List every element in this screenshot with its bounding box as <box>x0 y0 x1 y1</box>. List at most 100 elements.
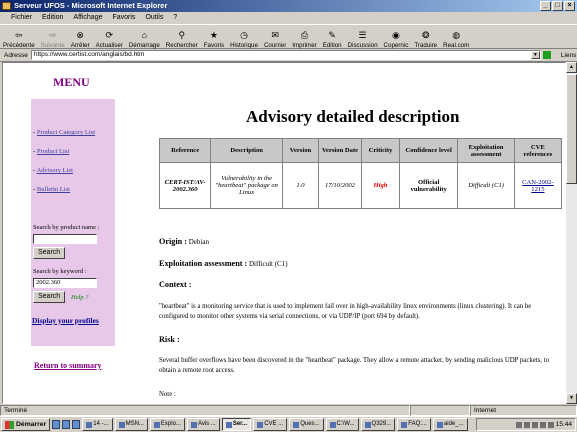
rechercher-button[interactable]: ⚲ Rechercher <box>163 25 201 49</box>
real-com-button[interactable]: ◍ Real.com <box>440 25 472 49</box>
quicklaunch-icon[interactable] <box>52 420 61 429</box>
keyword-input[interactable]: 2002.360 <box>33 278 97 288</box>
sidebar-item-bulletin-list[interactable]: - Bulletin List <box>33 186 70 193</box>
menu-item-edition[interactable]: Edition <box>37 12 68 24</box>
menu-item-outils[interactable]: Outils <box>140 12 168 24</box>
exploitation-value: Difficult (C1) <box>249 260 288 268</box>
display-profiles-link[interactable]: Display your profiles <box>32 316 99 325</box>
help-link[interactable]: Help ? <box>71 294 89 301</box>
address-url: https://www.certist.com/anglais/bd.htm <box>33 51 145 58</box>
task-label: Ques... <box>300 421 320 427</box>
cell-confidence: Official vulnerability <box>398 162 459 209</box>
header-version-date: Version Date <box>317 138 363 163</box>
vertical-scrollbar[interactable]: ▲ ▼ <box>566 62 577 404</box>
taskbar-task[interactable]: 14 -... <box>82 418 113 431</box>
context-text: "heartbeat" is a monitoring service that… <box>159 303 532 320</box>
menu-bar: Fichier Edition Affichage Favoris Outils? <box>0 12 577 24</box>
search-icon: ⚲ <box>178 30 186 40</box>
edition-button[interactable]: ✎ Edition <box>320 25 345 49</box>
historique-button[interactable]: ◷ Historique <box>227 25 261 49</box>
suivante-button[interactable]: ⇨ Suivante <box>38 25 68 49</box>
arreter-button[interactable]: ⊗ Arrêter <box>68 25 93 49</box>
maximize-button[interactable]: □ <box>552 1 563 11</box>
demarrage-button[interactable]: ⌂ Démarrage <box>126 25 163 49</box>
discussion-button[interactable]: ☰ Discussion <box>345 25 381 49</box>
cell-criticity: High <box>361 162 400 209</box>
cell-exploitation: Difficult (C1) <box>457 162 515 209</box>
toolbar-label: Actualiser <box>95 42 123 49</box>
cve-link[interactable]: CAN-2002-1215 <box>513 162 563 209</box>
toolbar-label: Rechercher <box>165 42 198 49</box>
precedente-button[interactable]: ⇦ Précédente <box>0 25 38 49</box>
return-to-summary-link[interactable]: Return to summary <box>34 361 102 370</box>
page-content: MENU - Product Category List - Product L… <box>2 62 566 404</box>
task-icon <box>401 421 408 428</box>
origin-value: Debian <box>188 238 209 246</box>
table-header-row: Reference Description Version Version Da… <box>158 138 563 163</box>
close-button[interactable]: × <box>564 1 575 11</box>
context-heading: Context : <box>159 280 192 289</box>
tray-icon[interactable] <box>531 421 538 428</box>
print-icon: ⎙ <box>300 30 309 40</box>
menu-item-favoris[interactable]: Favoris <box>107 12 140 24</box>
toolbar-label: Démarrage <box>128 42 160 49</box>
tray-icon[interactable] <box>539 421 546 428</box>
traduire-button[interactable]: ❂ Traduire <box>411 25 440 49</box>
imprimer-button[interactable]: ⎙ Imprimer <box>289 25 319 49</box>
taskbar-task[interactable]: Ques... <box>289 418 324 431</box>
taskbar-task[interactable]: Explo... <box>149 418 185 431</box>
taskbar-task[interactable]: Ser... <box>221 418 252 431</box>
product-name-input[interactable] <box>33 234 97 244</box>
toolbar-label: Edition <box>322 42 342 49</box>
courrier-button[interactable]: ✉ Courrier <box>261 25 289 49</box>
taskbar-task[interactable]: C:\W... <box>325 418 359 431</box>
menu-item-help[interactable]: ? <box>168 12 182 24</box>
sidebar-item-product-category-list[interactable]: - Product Category List <box>33 129 95 136</box>
go-arrow-icon[interactable] <box>542 51 551 59</box>
task-label: 14 -... <box>93 421 109 427</box>
scroll-thumb[interactable] <box>566 74 577 184</box>
address-dropdown-button[interactable]: ▼ <box>530 51 540 59</box>
menu-item-affichage[interactable]: Affichage <box>68 12 107 24</box>
copernic-button[interactable]: ◉ Copernic <box>381 25 412 49</box>
actualiser-button[interactable]: ⟳ Actualiser <box>93 25 126 49</box>
task-label: Explo... <box>160 421 181 427</box>
tray-icon[interactable] <box>515 421 522 428</box>
menu-title: MENU <box>53 75 90 89</box>
taskbar-task[interactable]: Avis ... <box>186 418 220 431</box>
task-label: CVE ... <box>264 421 284 427</box>
quicklaunch-icon[interactable] <box>72 420 81 429</box>
start-button[interactable]: Démarrer <box>1 418 51 431</box>
ie-app-icon <box>2 2 11 10</box>
search-keyword-button[interactable]: Search <box>33 291 66 303</box>
menu-item-fichier[interactable]: Fichier <box>6 12 37 24</box>
toolbar-label: Traduire <box>414 42 438 49</box>
taskbar-task[interactable]: Q329... <box>360 418 396 431</box>
taskbar-task[interactable]: FAQ:... <box>397 418 431 431</box>
scroll-up-button[interactable]: ▲ <box>566 62 577 73</box>
quicklaunch-icon[interactable] <box>62 420 71 429</box>
note-label: Note : <box>159 391 176 398</box>
minimize-button[interactable]: _ <box>540 1 551 11</box>
cell-reference: CERT-IST/AV-2002.360 <box>158 162 212 209</box>
header-cve: CVE references <box>513 138 563 163</box>
favoris-button[interactable]: ★ Favoris <box>201 25 227 49</box>
sidebar-item-product-list[interactable]: - Product List <box>33 148 69 155</box>
tray-icon[interactable] <box>523 421 530 428</box>
discussion-icon: ☰ <box>358 30 367 40</box>
status-bar: Terminé Internet <box>0 405 577 416</box>
taskbar-task[interactable]: CVE ... <box>253 418 288 431</box>
toolbar-label: Arrêter <box>70 42 90 49</box>
task-label: MSN... <box>125 421 144 427</box>
search-name-button[interactable]: Search <box>33 247 66 259</box>
taskbar-task[interactable]: MSN... <box>114 418 148 431</box>
sidebar-item-advisory-list[interactable]: - Advisory List <box>33 167 73 174</box>
taskbar-task[interactable]: aide_... <box>432 418 468 431</box>
tray-icon[interactable] <box>547 421 554 428</box>
links-label[interactable]: Liens <box>561 52 577 59</box>
address-field[interactable]: https://www.certist.com/anglais/bd.htm ▼ <box>30 50 541 60</box>
task-icon <box>293 421 300 428</box>
task-icon <box>86 421 93 428</box>
scroll-down-button[interactable]: ▼ <box>566 393 577 404</box>
toolbar-label: Précédente <box>3 42 35 49</box>
